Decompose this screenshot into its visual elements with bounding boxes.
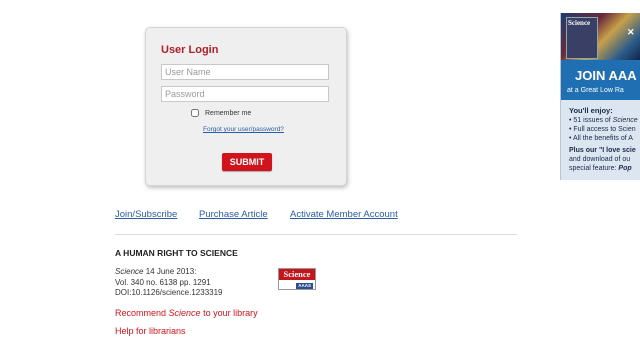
science-logo-text: Science	[279, 269, 315, 280]
join-subscribe-link[interactable]: Join/Subscribe	[115, 209, 177, 220]
citation-doi: DOI:10.1126/science.1233319	[115, 288, 223, 297]
journal-name: Science	[115, 267, 144, 276]
help-librarians-link[interactable]: Help for librarians	[115, 326, 186, 336]
activate-account-link[interactable]: Activate Member Account	[290, 209, 398, 220]
ad-benefit-1: • 51 issues of Science	[569, 117, 638, 124]
username-input[interactable]	[161, 64, 329, 80]
recommend-library-link[interactable]: Recommend Science to your library	[115, 308, 258, 318]
aaas-logo-text: AAAS	[296, 282, 313, 289]
login-panel: User Login Remember me Forgot your user/…	[145, 27, 347, 186]
submit-button[interactable]: SUBMIT	[222, 153, 272, 171]
recommend-suffix: to your library	[200, 308, 258, 318]
divider	[115, 234, 517, 235]
citation-volume: Vol. 340 no. 6138 pp. 1291	[115, 278, 211, 287]
science-logo: Science AAAS	[278, 268, 316, 290]
ad-benefit-3: • All the benefits of A	[569, 135, 633, 142]
ad-magazine-title: Science	[568, 19, 591, 27]
purchase-article-link[interactable]: Purchase Article	[199, 209, 268, 220]
ad-body: You'll enjoy: • 51 issues of Science • F…	[569, 106, 638, 173]
recommend-journal: Science	[168, 308, 201, 318]
remember-me[interactable]: Remember me	[191, 109, 251, 117]
ad-enjoy: You'll enjoy:	[569, 106, 613, 115]
membership-ad[interactable]: Science ✕ JOIN AAA at a Great Low Ra You…	[560, 13, 640, 180]
ad-join-text: JOIN AAA	[575, 68, 637, 83]
forgot-password-link[interactable]: Forgot your user/password?	[203, 126, 284, 133]
recommend-prefix: Recommend	[115, 308, 169, 318]
ad-line-3: special feature: Pop	[569, 165, 632, 172]
citation-date: Science 14 June 2013:	[115, 267, 196, 276]
remember-me-checkbox[interactable]	[191, 109, 199, 117]
issue-date: 14 June 2013:	[145, 267, 197, 276]
ad-sub-text: at a Great Low Ra	[567, 87, 624, 94]
ad-line-2: and download of ou	[569, 156, 631, 163]
ad-magazine-image: Science ✕	[561, 13, 640, 60]
ad-plus: Plus our "I love scie	[569, 147, 636, 154]
password-input[interactable]	[161, 86, 329, 102]
ad-benefit-2: • Full access to Scien	[569, 126, 636, 133]
remember-me-label: Remember me	[205, 109, 252, 117]
close-icon[interactable]: ✕	[627, 27, 635, 38]
ad-join-banner[interactable]: JOIN AAA at a Great Low Ra	[561, 60, 640, 100]
login-title: User Login	[161, 44, 219, 56]
article-title: A HUMAN RIGHT TO SCIENCE	[115, 248, 238, 258]
